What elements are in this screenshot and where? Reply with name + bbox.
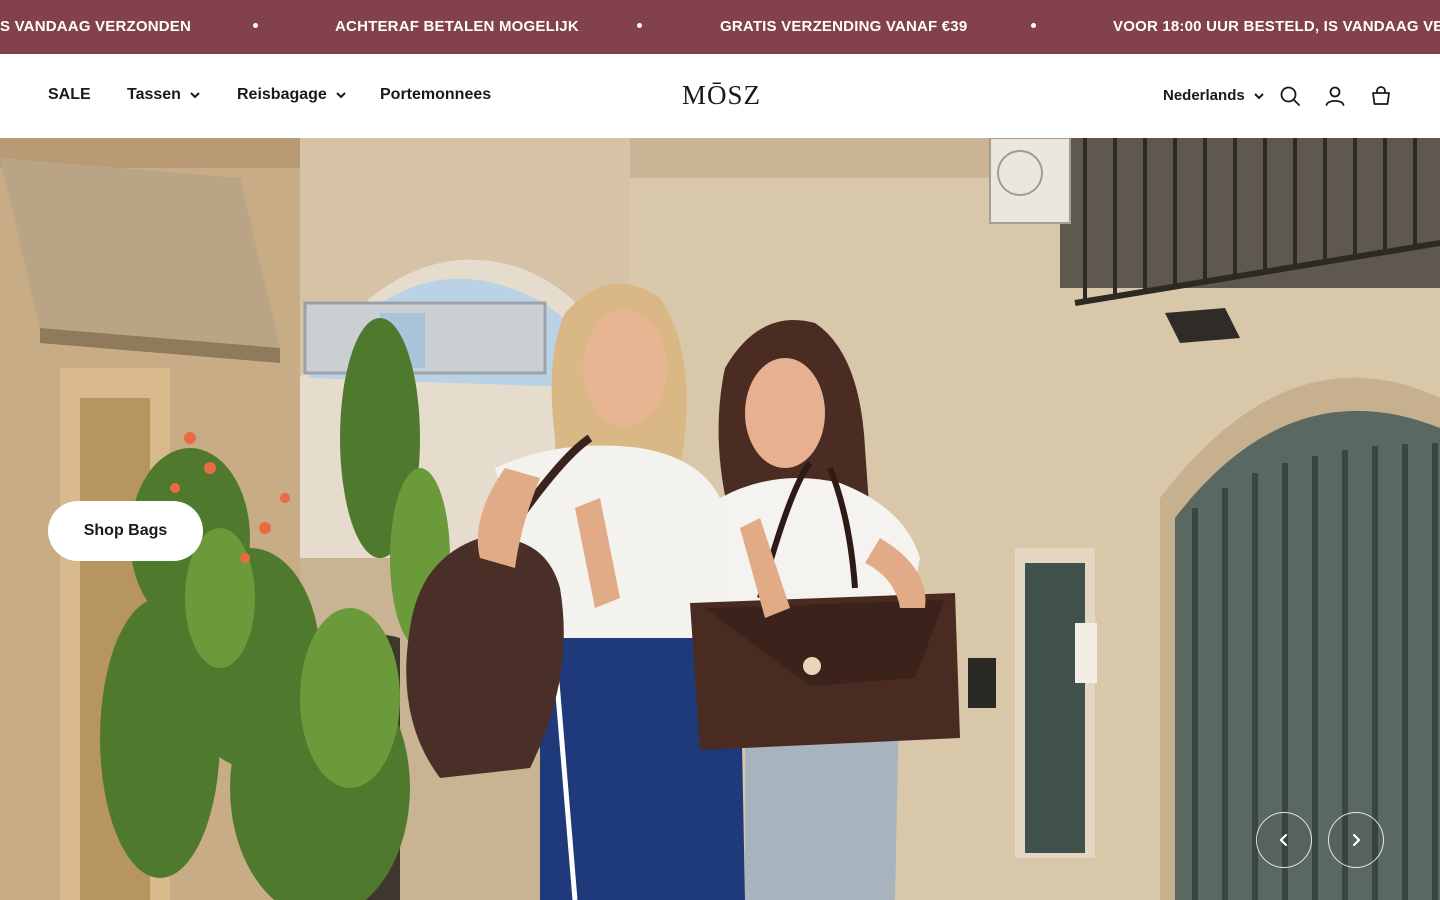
site-header: SALE Tassen Reisbagage Portemonnees MŌSZ… [0, 54, 1440, 138]
chevron-left-icon [1279, 833, 1288, 847]
shop-bags-button[interactable]: Shop Bags [48, 501, 203, 561]
separator-dot [253, 23, 258, 28]
announcement-message: GRATIS VERZENDING VANAF €39 [720, 18, 968, 35]
nav-item-sale[interactable]: SALE [48, 86, 91, 104]
chevron-down-icon [190, 92, 200, 99]
nav-item-reisbagage[interactable]: Reisbagage [237, 86, 347, 104]
nav-item-label: SALE [48, 86, 91, 103]
hero-image [0, 138, 1440, 900]
brand-logo[interactable]: MŌSZ [682, 80, 761, 111]
nav-item-label: Portemonnees [380, 86, 492, 103]
cart-icon[interactable] [1369, 84, 1393, 108]
account-icon[interactable] [1323, 84, 1347, 108]
announcement-bar: S VANDAAG VERZONDEN ACHTERAF BETALEN MOG… [0, 0, 1440, 54]
chevron-right-icon [1352, 833, 1361, 847]
slider-next-button[interactable] [1328, 812, 1384, 868]
separator-dot [1031, 23, 1036, 28]
chevron-down-icon [1253, 92, 1264, 99]
separator-dot [637, 23, 642, 28]
search-icon[interactable] [1278, 84, 1302, 108]
nav-item-label: Reisbagage [237, 86, 327, 103]
language-label: Nederlands [1163, 87, 1245, 104]
hero-banner: Shop Bags [0, 138, 1440, 900]
announcement-message: S VANDAAG VERZONDEN [0, 18, 192, 35]
chevron-down-icon [336, 92, 346, 99]
nav-item-portemonnees[interactable]: Portemonnees [380, 86, 491, 104]
announcement-message: VOOR 18:00 UUR BESTELD, IS VANDAAG VERZO [1113, 18, 1440, 35]
nav-item-label: Tassen [127, 86, 181, 103]
announcement-message: ACHTERAF BETALEN MOGELIJK [335, 18, 579, 35]
nav-item-tassen[interactable]: Tassen [127, 86, 201, 104]
slider-prev-button[interactable] [1256, 812, 1312, 868]
language-selector[interactable]: Nederlands [1163, 87, 1265, 104]
